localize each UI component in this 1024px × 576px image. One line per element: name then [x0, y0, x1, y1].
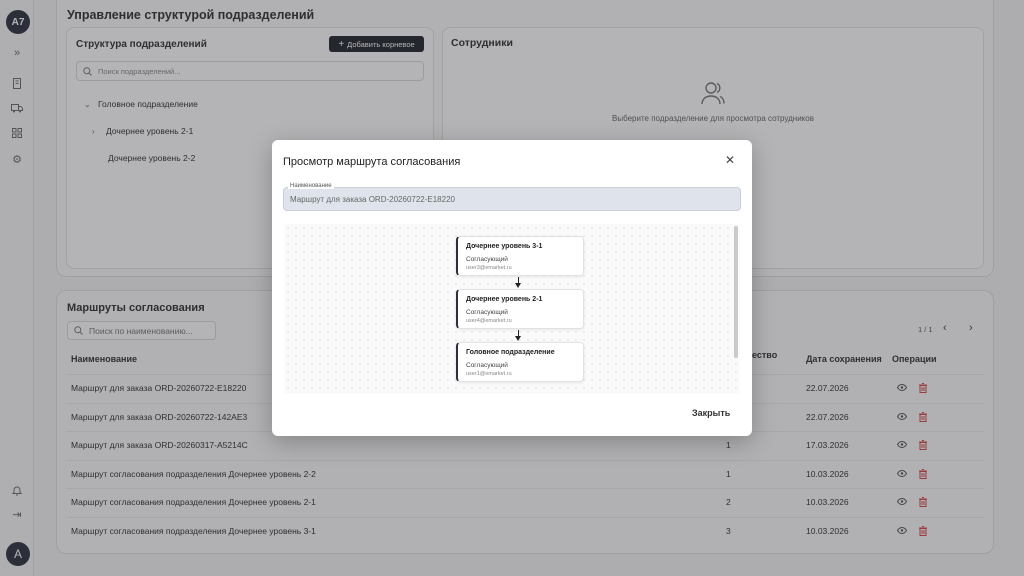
node-role: Согласующий	[466, 362, 508, 369]
arrow-head	[515, 336, 521, 341]
route-name-label: Наименование	[288, 183, 334, 189]
route-node-3[interactable]: Головное подразделение Согласующий user1…	[456, 342, 584, 382]
modal-title: Просмотр маршрута согласования	[283, 156, 461, 168]
diagram-scrollbar[interactable]	[734, 226, 738, 358]
node-email: user3@emarket.ru	[466, 265, 512, 271]
node-title: Головное подразделение	[466, 349, 555, 356]
node-title: Дочернее уровень 3-1	[466, 243, 543, 250]
node-email: user1@emarket.ru	[466, 371, 512, 377]
node-role: Согласующий	[466, 309, 508, 316]
route-node-1[interactable]: Дочернее уровень 3-1 Согласующий user3@e…	[456, 236, 584, 276]
arrow-head	[515, 283, 521, 288]
node-email: user4@emarket.ru	[466, 318, 512, 324]
node-title: Дочернее уровень 2-1	[466, 296, 543, 303]
route-name-value: Маршрут для заказа ORD-20260722-E18220	[290, 195, 455, 204]
close-icon[interactable]: ✕	[724, 153, 736, 167]
node-role: Согласующий	[466, 256, 508, 263]
route-diagram-canvas[interactable]: Дочернее уровень 3-1 Согласующий user3@e…	[284, 224, 740, 394]
route-node-2[interactable]: Дочернее уровень 2-1 Согласующий user4@e…	[456, 289, 584, 329]
route-view-modal: Просмотр маршрута согласования ✕ Наимено…	[272, 140, 752, 436]
close-button[interactable]: Закрыть	[692, 408, 730, 418]
